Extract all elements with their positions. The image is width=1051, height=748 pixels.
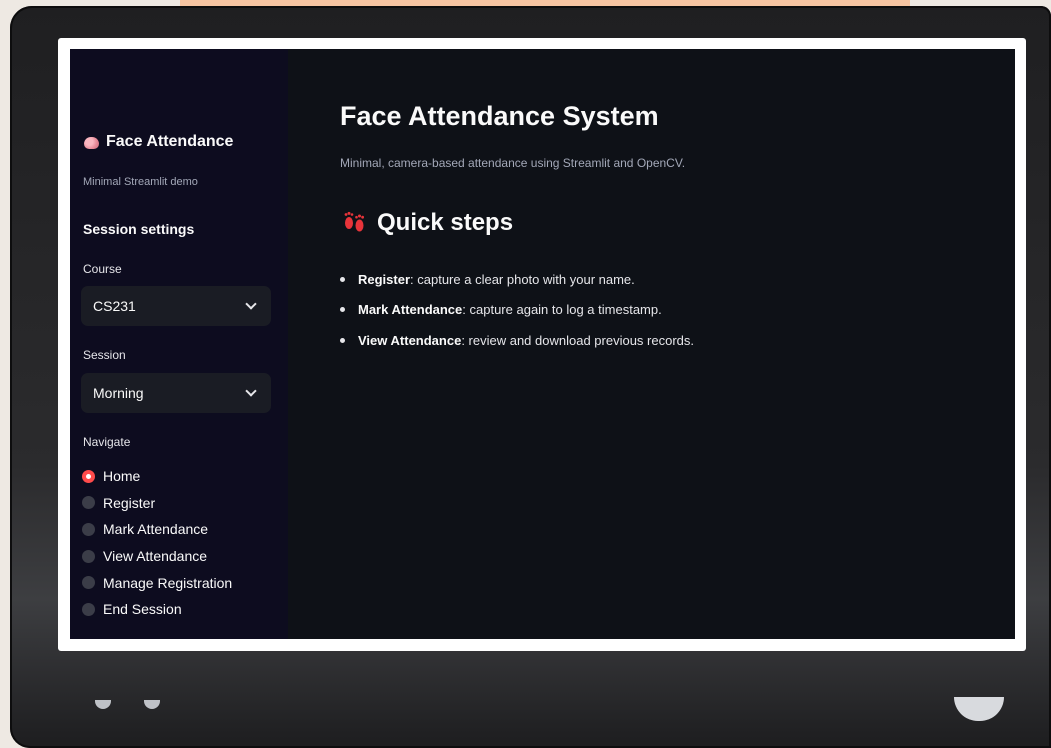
step-description: : capture a clear photo with your name. (410, 271, 635, 287)
chevron-down-icon (245, 385, 257, 397)
course-label: Course (83, 262, 122, 276)
bullet-icon (340, 276, 345, 282)
list-item: Register: capture a clear photo with you… (340, 264, 694, 295)
step-keyword: View Attendance (358, 332, 462, 348)
brain-icon (84, 137, 99, 149)
radio-unselected-icon[interactable] (82, 522, 95, 536)
step-keyword: Register (358, 271, 411, 287)
chevron-down-icon (245, 298, 257, 310)
session-settings-heading: Session settings (83, 221, 195, 237)
navigate-label: Navigate (83, 435, 131, 449)
nav-radio-label: View Attendance (103, 548, 208, 565)
radio-unselected-icon[interactable] (82, 549, 95, 563)
quick-steps-heading: Quick steps (377, 209, 514, 236)
app-title: Face Attendance (106, 133, 234, 150)
nav-radio-label: Manage Registration (103, 574, 233, 591)
nav-radio-home[interactable]: Home (82, 463, 232, 490)
bullet-icon (340, 337, 345, 343)
course-select-value: CS231 (93, 298, 136, 314)
nav-radio-label: Home (103, 468, 141, 485)
course-select[interactable]: CS231 (81, 286, 271, 326)
nav-radio-label: Register (103, 494, 156, 511)
nav-radio-label: End Session (103, 601, 182, 618)
radio-selected-icon[interactable] (82, 469, 95, 483)
list-item: Mark Attendance: capture again to log a … (340, 295, 694, 326)
app-window: Face Attendance Minimal Streamlit demo S… (70, 49, 1015, 639)
radio-unselected-icon[interactable] (82, 576, 95, 590)
nav-radio-manage-registration[interactable]: Manage Registration (82, 569, 232, 596)
nav-radio-end-session[interactable]: End Session (82, 596, 232, 623)
nav-radio-view-attendance[interactable]: View Attendance (82, 543, 232, 570)
radio-unselected-icon[interactable] (82, 496, 95, 510)
bullet-icon (340, 307, 345, 313)
radio-unselected-icon[interactable] (82, 602, 95, 616)
session-select-value: Morning (93, 385, 144, 401)
step-description: : capture again to log a timestamp. (462, 302, 662, 318)
quick-steps-list: Register: capture a clear photo with you… (340, 264, 694, 356)
page-title: Face Attendance System (340, 101, 659, 131)
app-subtitle: Minimal Streamlit demo (83, 176, 198, 188)
sidebar: Face Attendance Minimal Streamlit demo S… (70, 49, 288, 639)
nav-radio-mark-attendance[interactable]: Mark Attendance (82, 516, 232, 543)
session-select[interactable]: Morning (81, 373, 271, 413)
main-content: Face Attendance System Minimal, camera-b… (288, 49, 1015, 639)
nav-radio-register[interactable]: Register (82, 490, 232, 517)
navigation-radio-group: Home Register Mark Attendance View Atten… (82, 463, 232, 623)
session-label: Session (83, 348, 126, 362)
step-description: : review and download previous records. (461, 332, 694, 348)
footprints-icon (344, 211, 364, 232)
step-keyword: Mark Attendance (358, 302, 463, 318)
nav-radio-label: Mark Attendance (103, 521, 209, 538)
list-item: View Attendance: review and download pre… (340, 325, 694, 356)
page-subtitle: Minimal, camera-based attendance using S… (340, 156, 686, 170)
